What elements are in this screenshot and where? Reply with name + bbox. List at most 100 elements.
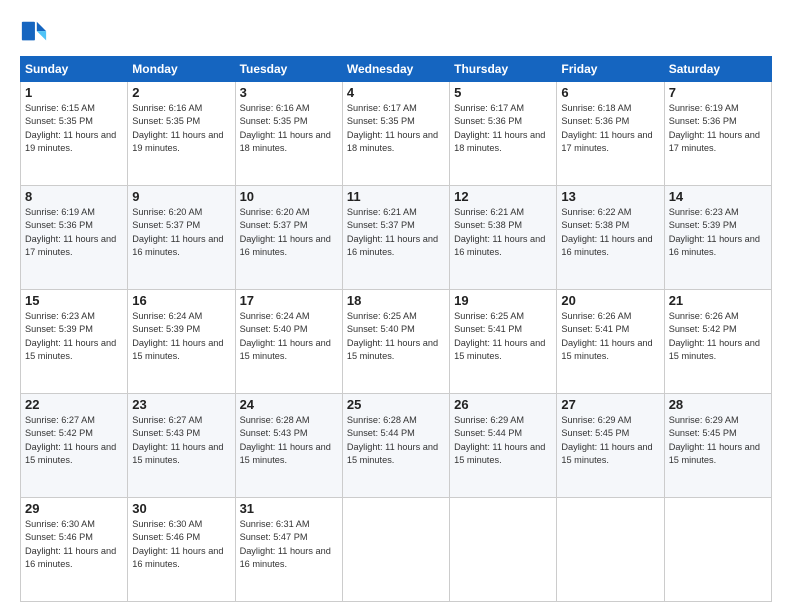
calendar-header-row: SundayMondayTuesdayWednesdayThursdayFrid…	[21, 57, 772, 82]
calendar-cell: 15 Sunrise: 6:23 AMSunset: 5:39 PMDayligh…	[21, 290, 128, 394]
weekday-header: Thursday	[450, 57, 557, 82]
day-number: 6	[561, 85, 659, 100]
day-number: 29	[25, 501, 123, 516]
calendar-cell	[342, 498, 449, 602]
day-number: 10	[240, 189, 338, 204]
day-info: Sunrise: 6:25 AMSunset: 5:41 PMDaylight:…	[454, 310, 552, 363]
weekday-header: Sunday	[21, 57, 128, 82]
calendar-week-row: 22Sunrise: 6:27 AMSunset: 5:42 PMDayligh…	[21, 394, 772, 498]
weekday-header: Tuesday	[235, 57, 342, 82]
day-info: Sunrise: 6:24 AMSunset: 5:39 PMDaylight:…	[132, 310, 230, 363]
day-info: Sunrise: 6:20 AMSunset: 5:37 PMDaylight:…	[132, 206, 230, 259]
calendar-body: 1 Sunrise: 6:15 AMSunset: 5:35 PMDaylight…	[21, 82, 772, 602]
day-number: 30	[132, 501, 230, 516]
day-info: Sunrise: 6:17 AMSunset: 5:35 PMDaylight:…	[347, 102, 445, 155]
calendar-cell: 28 Sunrise: 6:29 AMSunset: 5:45 PMDayligh…	[664, 394, 771, 498]
day-number: 4	[347, 85, 445, 100]
calendar-cell: 20 Sunrise: 6:26 AMSunset: 5:41 PMDayligh…	[557, 290, 664, 394]
day-info: Sunrise: 6:30 AMSunset: 5:46 PMDaylight:…	[25, 518, 123, 571]
logo	[20, 18, 50, 46]
day-info: Sunrise: 6:31 AMSunset: 5:47 PMDaylight:…	[240, 518, 338, 571]
day-info: Sunrise: 6:28 AMSunset: 5:43 PMDaylight:…	[240, 414, 338, 467]
calendar-cell: 23 Sunrise: 6:27 AMSunset: 5:43 PMDayligh…	[128, 394, 235, 498]
day-number: 11	[347, 189, 445, 204]
calendar-cell: 14 Sunrise: 6:23 AMSunset: 5:39 PMDayligh…	[664, 186, 771, 290]
calendar-cell: 10 Sunrise: 6:20 AMSunset: 5:37 PMDayligh…	[235, 186, 342, 290]
day-info: Sunrise: 6:29 AMSunset: 5:44 PMDaylight:…	[454, 414, 552, 467]
day-info: Sunrise: 6:18 AMSunset: 5:36 PMDaylight:…	[561, 102, 659, 155]
day-number: 14	[669, 189, 767, 204]
day-info: Sunrise: 6:20 AMSunset: 5:37 PMDaylight:…	[240, 206, 338, 259]
day-number: 8	[25, 189, 123, 204]
calendar-cell: 16 Sunrise: 6:24 AMSunset: 5:39 PMDayligh…	[128, 290, 235, 394]
day-number: 27	[561, 397, 659, 412]
weekday-header: Friday	[557, 57, 664, 82]
header	[20, 18, 772, 46]
day-number: 23	[132, 397, 230, 412]
day-info: Sunrise: 6:17 AMSunset: 5:36 PMDaylight:…	[454, 102, 552, 155]
calendar-cell: 13 Sunrise: 6:22 AMSunset: 5:38 PMDayligh…	[557, 186, 664, 290]
calendar-cell: 18 Sunrise: 6:25 AMSunset: 5:40 PMDayligh…	[342, 290, 449, 394]
calendar-cell: 2 Sunrise: 6:16 AMSunset: 5:35 PMDaylight…	[128, 82, 235, 186]
day-number: 17	[240, 293, 338, 308]
day-number: 16	[132, 293, 230, 308]
calendar-cell: 21 Sunrise: 6:26 AMSunset: 5:42 PMDayligh…	[664, 290, 771, 394]
day-info: Sunrise: 6:26 AMSunset: 5:42 PMDaylight:…	[669, 310, 767, 363]
page: SundayMondayTuesdayWednesdayThursdayFrid…	[0, 0, 792, 612]
day-number: 22	[25, 397, 123, 412]
day-info: Sunrise: 6:21 AMSunset: 5:37 PMDaylight:…	[347, 206, 445, 259]
day-number: 1	[25, 85, 123, 100]
calendar-week-row: 1 Sunrise: 6:15 AMSunset: 5:35 PMDaylight…	[21, 82, 772, 186]
calendar-cell: 7 Sunrise: 6:19 AMSunset: 5:36 PMDaylight…	[664, 82, 771, 186]
day-number: 7	[669, 85, 767, 100]
day-info: Sunrise: 6:19 AMSunset: 5:36 PMDaylight:…	[669, 102, 767, 155]
weekday-header: Wednesday	[342, 57, 449, 82]
weekday-header: Monday	[128, 57, 235, 82]
calendar-cell	[664, 498, 771, 602]
calendar-cell: 27 Sunrise: 6:29 AMSunset: 5:45 PMDayligh…	[557, 394, 664, 498]
calendar-cell: 24 Sunrise: 6:28 AMSunset: 5:43 PMDayligh…	[235, 394, 342, 498]
day-info: Sunrise: 6:28 AMSunset: 5:44 PMDaylight:…	[347, 414, 445, 467]
day-number: 9	[132, 189, 230, 204]
day-info: Sunrise: 6:22 AMSunset: 5:38 PMDaylight:…	[561, 206, 659, 259]
calendar-cell: 6 Sunrise: 6:18 AMSunset: 5:36 PMDaylight…	[557, 82, 664, 186]
day-info: Sunrise: 6:16 AMSunset: 5:35 PMDaylight:…	[132, 102, 230, 155]
day-number: 15	[25, 293, 123, 308]
calendar-cell: 29 Sunrise: 6:30 AMSunset: 5:46 PMDayligh…	[21, 498, 128, 602]
day-number: 13	[561, 189, 659, 204]
calendar-week-row: 8 Sunrise: 6:19 AMSunset: 5:36 PMDaylight…	[21, 186, 772, 290]
day-number: 24	[240, 397, 338, 412]
calendar-cell: 9 Sunrise: 6:20 AMSunset: 5:37 PMDaylight…	[128, 186, 235, 290]
calendar-cell	[450, 498, 557, 602]
logo-icon	[20, 18, 48, 46]
day-info: Sunrise: 6:29 AMSunset: 5:45 PMDaylight:…	[561, 414, 659, 467]
day-number: 2	[132, 85, 230, 100]
calendar-cell: 1 Sunrise: 6:15 AMSunset: 5:35 PMDaylight…	[21, 82, 128, 186]
day-number: 28	[669, 397, 767, 412]
day-info: Sunrise: 6:26 AMSunset: 5:41 PMDaylight:…	[561, 310, 659, 363]
calendar-cell: 30Sunrise: 6:30 AMSunset: 5:46 PMDayligh…	[128, 498, 235, 602]
day-number: 21	[669, 293, 767, 308]
day-number: 12	[454, 189, 552, 204]
day-info: Sunrise: 6:15 AMSunset: 5:35 PMDaylight:…	[25, 102, 123, 155]
weekday-header: Saturday	[664, 57, 771, 82]
day-info: Sunrise: 6:21 AMSunset: 5:38 PMDaylight:…	[454, 206, 552, 259]
day-info: Sunrise: 6:23 AMSunset: 5:39 PMDaylight:…	[669, 206, 767, 259]
day-number: 26	[454, 397, 552, 412]
calendar-cell: 11 Sunrise: 6:21 AMSunset: 5:37 PMDayligh…	[342, 186, 449, 290]
day-info: Sunrise: 6:19 AMSunset: 5:36 PMDaylight:…	[25, 206, 123, 259]
day-number: 5	[454, 85, 552, 100]
day-info: Sunrise: 6:16 AMSunset: 5:35 PMDaylight:…	[240, 102, 338, 155]
calendar-week-row: 15 Sunrise: 6:23 AMSunset: 5:39 PMDayligh…	[21, 290, 772, 394]
day-number: 18	[347, 293, 445, 308]
day-number: 20	[561, 293, 659, 308]
calendar-cell: 17Sunrise: 6:24 AMSunset: 5:40 PMDayligh…	[235, 290, 342, 394]
calendar-cell: 19Sunrise: 6:25 AMSunset: 5:41 PMDayligh…	[450, 290, 557, 394]
day-info: Sunrise: 6:27 AMSunset: 5:43 PMDaylight:…	[132, 414, 230, 467]
calendar-cell: 12 Sunrise: 6:21 AMSunset: 5:38 PMDayligh…	[450, 186, 557, 290]
day-number: 25	[347, 397, 445, 412]
day-info: Sunrise: 6:29 AMSunset: 5:45 PMDaylight:…	[669, 414, 767, 467]
calendar-cell: 4 Sunrise: 6:17 AMSunset: 5:35 PMDaylight…	[342, 82, 449, 186]
day-info: Sunrise: 6:23 AMSunset: 5:39 PMDaylight:…	[25, 310, 123, 363]
day-info: Sunrise: 6:25 AMSunset: 5:40 PMDaylight:…	[347, 310, 445, 363]
